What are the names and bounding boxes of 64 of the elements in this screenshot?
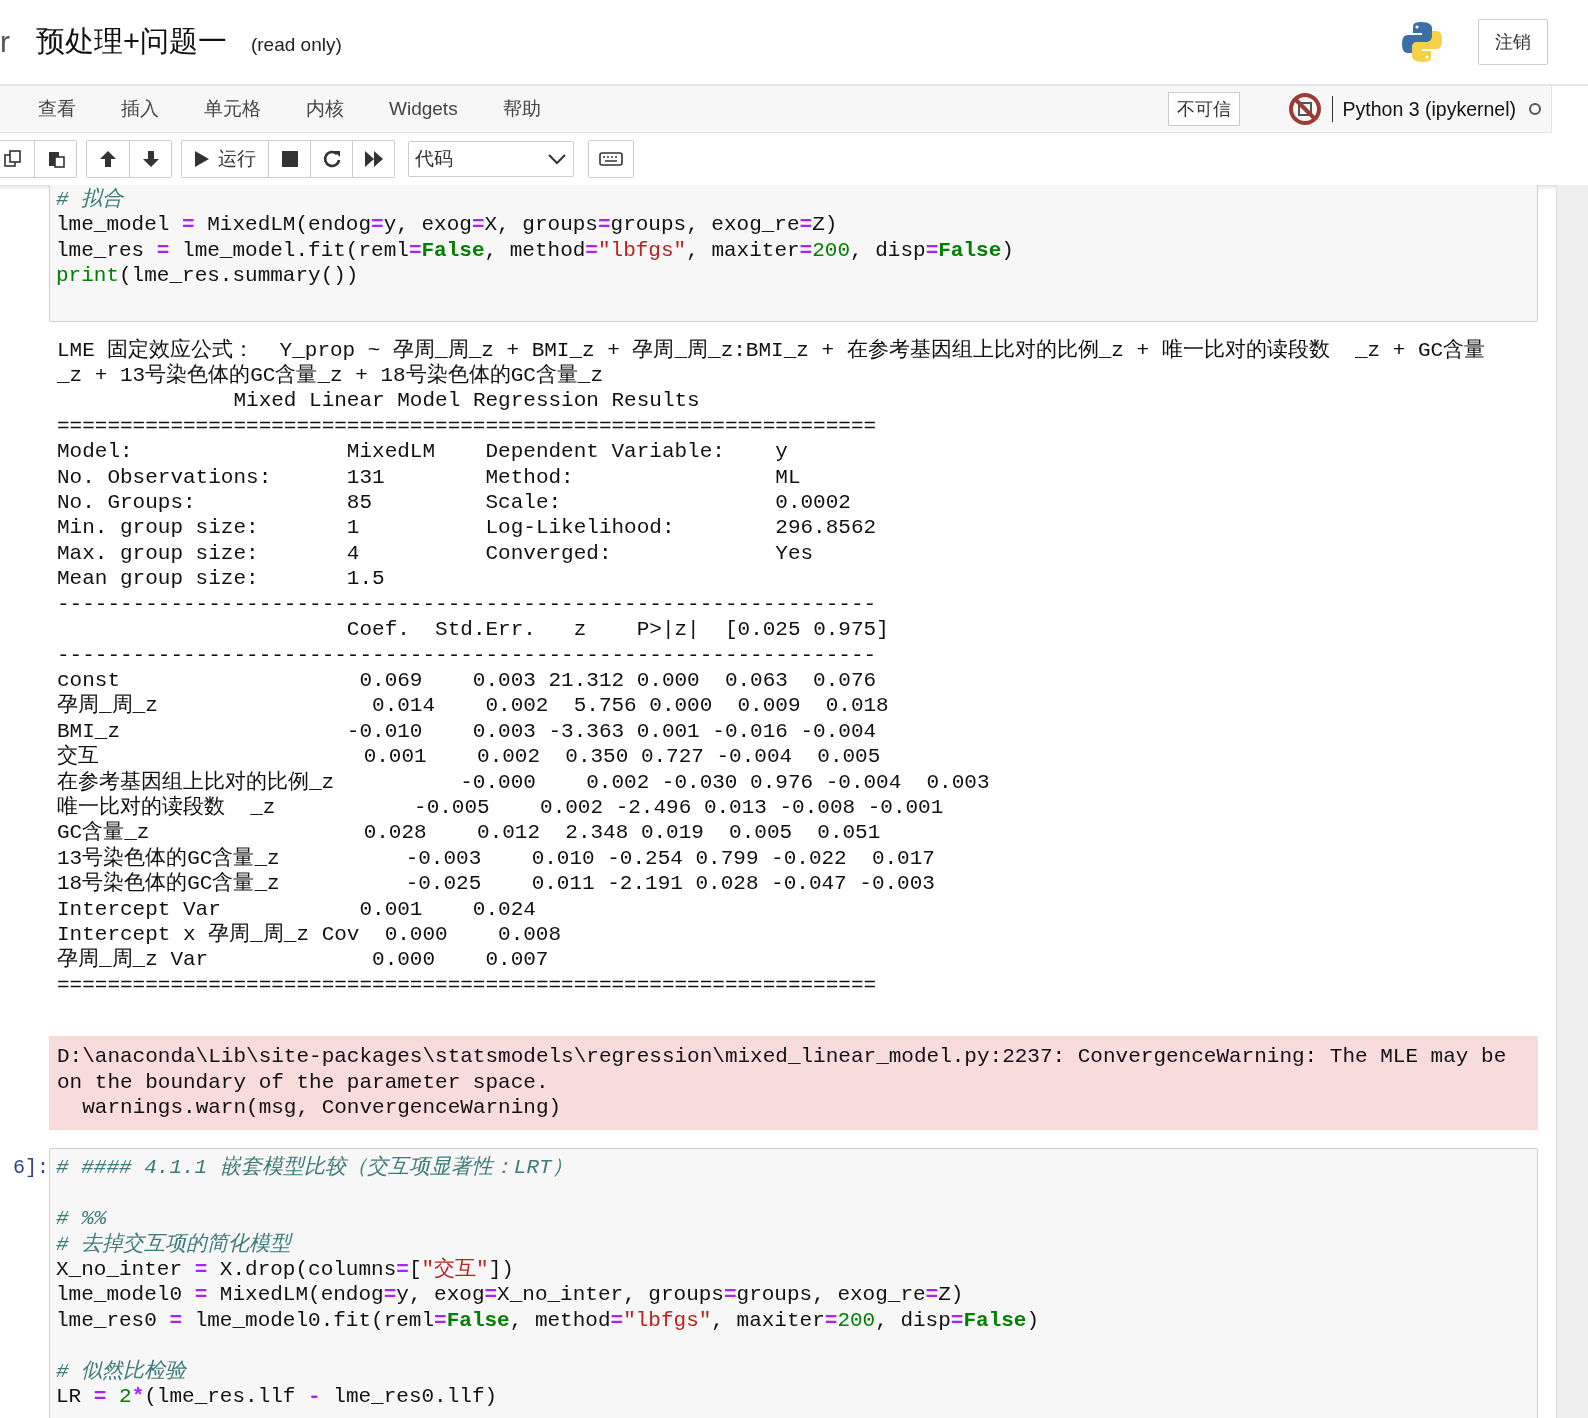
paste-icon[interactable] [34,141,76,177]
output-line: GC含量_z 0.028 0.012 2.348 0.019 0.005 0.051 [57,820,882,846]
code-line: # 似然比检验 [56,1358,188,1385]
output-line: No. Observations: 131 Method: ML [57,464,802,491]
output-line: Coef. Std.Err. z P>|z| [0.025 0.975] [345,617,890,643]
menu-item[interactable]: 插入 [121,96,159,122]
output-line: 孕周_周_z 0.014 0.002 5.756 0.000 0.009 0.018 [57,693,890,719]
code-line: lme_res0 = lme_model0.fit(reml=False, method="lbfgs", maxiter=200, disp=False) [56,1307,1041,1334]
output-line: Intercept x 孕周_周_z Cov 0.000 0.008 [57,921,563,948]
code-line: lme_res = lme_model.fit(reml=False, method="lbfgs", maxiter=200, disp=False) [56,237,1015,264]
scrollbar[interactable] [1556,185,1588,1418]
code-line: X_no_inter = X.drop(columns=["交互"]) [56,1257,515,1283]
warning-line: warnings.warn(msg, ConvergenceWarning) [81,1095,563,1121]
code-line: print(lme_res.summary()) [56,263,360,289]
output-line: ----------------------------------------------------------------- [57,642,878,668]
output-line: BMI_z -0.010 0.003 -3.363 0.001 -0.016 -0.004 [57,718,878,744]
trust-button[interactable]: 不可信 [1167,92,1240,126]
output-line: 13号染色体的GC含量_z -0.003 0.010 -0.254 0.799 -0.022 0.017 [57,845,936,871]
output-line: Mixed Linear Model Regression Results [232,388,701,414]
python-logo-icon [1400,20,1444,64]
cell-prompt: 6]: [12,1155,49,1182]
no-save-icon [1287,92,1322,126]
output-line: Mean group size: 1.5 [57,566,386,592]
menu-item[interactable]: 内核 [306,96,344,122]
menu-item[interactable]: Widgets [389,98,458,120]
output-line: Model: MixedLM Dependent Variable: y [57,439,789,465]
logo-text: r [0,25,10,59]
code-line: # 拟合 [56,187,125,213]
output-line: Max. group size: 4 Converged: Yes [57,540,815,567]
output-line: Intercept Var 0.001 0.024 [57,896,537,922]
output-line: Min. group size: 1 Log-Likelihood: 296.8562 [57,515,878,541]
code-line: # 去掉交互项的简化模型 [56,1231,294,1257]
read-only-status: (read only) [250,34,342,56]
move-down-icon[interactable] [129,141,171,177]
menu-item[interactable]: 查看 [38,96,76,122]
code-line: lme_model = MixedLM(endog=y, exog=X, groups=groups, exog_re=Z) [56,212,839,238]
output-line: const 0.069 0.003 21.312 0.000 0.063 0.076 [57,667,878,694]
output-line: ================================================================= [57,413,878,440]
code-cell-input[interactable]: # 拟合 lme_model = MixedLM(endog=y, exog=X, groups=groups, exog_re=Z) lme_res = lme_model.fit(reml=False, method="lbfgs", maxiter=200, disp=False) print(lme_res.summary()) [49,185,1538,322]
menu-item[interactable]: 单元格 [204,96,261,122]
logout-button[interactable]: 注销 [1478,19,1548,65]
fast-forward-icon[interactable] [352,141,394,177]
keyboard-icon[interactable] [589,141,633,177]
code-line: LR = 2*(lme_res.llf - lme_res0.llf) [56,1384,499,1410]
output-line: 唯一比对的读段数 _z -0.005 0.002 -2.496 0.013 -0.008 -0.001 [57,794,945,821]
output-line: ----------------------------------------------------------------- [57,591,878,618]
code-line: lme_model0 = MixedLM(endog=y, exog=X_no_inter, groups=groups, exog_re=Z) [56,1282,965,1308]
output-line: 18号染色体的GC含量_z -0.025 0.011 -2.191 0.028 -0.047 -0.003 [57,871,936,897]
output-line: 在参考基因组上比对的比例_z -0.000 0.002 -0.030 0.976 -0.004 0.003 [57,769,991,795]
notebook-title[interactable]: 预处理+问题一 [36,22,227,62]
code-cell-input[interactable] [49,1148,1538,1418]
output-line: 孕周_周_z Var 0.000 0.007 [57,947,550,973]
kernel-name: Python 3 (ipykernel) [1342,97,1516,121]
warning-line: D:\anaconda\Lib\site-packages\statsmodels\regression\mixed_linear_model.py:2237: ConvergenceWarning: The MLE may be on the boundary of the parameter space. [57,1044,1508,1095]
play-icon [194,150,210,168]
output-line: ================================================================= [57,972,878,999]
code-line: # #### 4.1.1 嵌套模型比较（交互项显著性：LRT） [56,1155,574,1181]
output-line: No. Groups: 85 Scale: 0.0002 [57,490,852,516]
menu-item[interactable]: 帮助 [502,96,541,122]
code-line: # %% [56,1206,108,1232]
caret-icon [547,153,567,165]
output-line: LME 固定效应公式： Y_prop ~ 孕周_周_z + BMI_z + 孕周_周_z:BMI_z + 在参考基因组上比对的比例_z + 唯一比对的读段数 _z + GC含量_z + 13号染色体的GC含量_z + 18号染色体的GC含量_z [57,337,1487,389]
output-line: 交互 0.001 0.002 0.350 0.727 -0.004 0.005 [57,744,882,770]
cell-type-select[interactable]: 代码 [408,141,574,177]
